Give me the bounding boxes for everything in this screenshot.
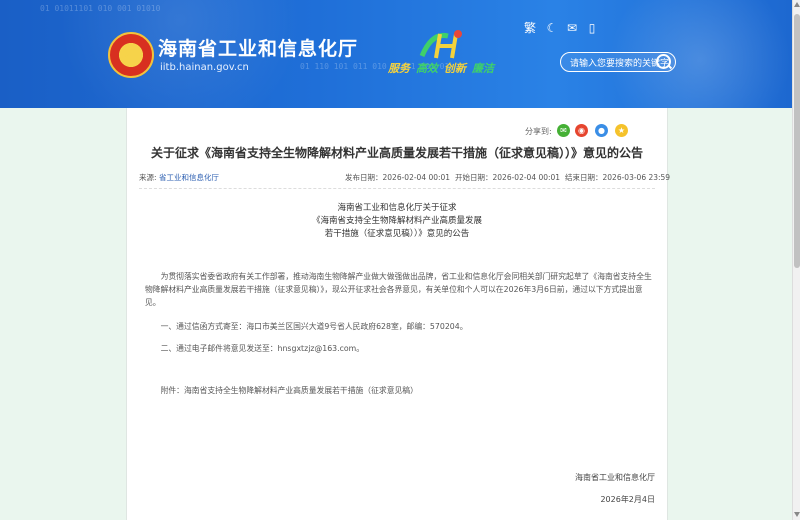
- wechat-icon[interactable]: ✉: [564, 20, 580, 36]
- article-card: 分享到: ✉ ◉ ● ★ 关于征求《海南省支持全生物降解材料产业高质量发展若干措…: [126, 108, 670, 520]
- doc-head-line: 若干措施（征求意见稿））》意见的公告: [324, 229, 470, 239]
- signature: 海南省工业和信息化厅: [575, 473, 655, 482]
- qq-share-icon[interactable]: ●: [595, 124, 608, 137]
- article-meta: 来源: 省工业和信息化厅 发布日期：2026-02-04 00:01 开始日期：…: [139, 168, 670, 189]
- search-input[interactable]: 请输入您要搜索的关键字: [570, 56, 669, 69]
- scrollbar-thumb[interactable]: [794, 14, 800, 268]
- source-label: 来源:: [139, 173, 157, 182]
- weibo-share-icon[interactable]: ◉: [575, 124, 588, 137]
- attachment-line: 附件：海南省支持全生物降解材料产业高质量发展若干措施（征求意见稿）: [160, 386, 418, 395]
- doc-head-line: 《海南省支持全生物降解材料产业高质量发展: [311, 216, 482, 226]
- qzone-share-icon[interactable]: ★: [615, 124, 628, 137]
- scroll-down-icon[interactable]: [794, 512, 800, 517]
- site-url: iitb.hainan.gov.cn: [160, 62, 249, 73]
- slogan-word: 廉洁: [472, 62, 494, 75]
- start-date: 开始日期：2026-02-04 00:01: [455, 173, 561, 182]
- body-paragraph: 二、通过电子邮件将意见发送至：hnsgxtzjz@163.com。: [160, 344, 365, 353]
- binary-decoration: 01 01011101 010 001 01010: [40, 4, 161, 13]
- scroll-up-icon[interactable]: [794, 2, 800, 7]
- site-title[interactable]: 海南省工业和信息化厅: [158, 34, 358, 61]
- share-label: 分享到:: [525, 127, 552, 136]
- search-box[interactable]: 请输入您要搜索的关键字: [560, 52, 676, 72]
- mobile-icon[interactable]: ▯: [584, 20, 600, 36]
- wechat-share-icon[interactable]: ✉: [557, 124, 570, 137]
- body-paragraph: 一、通过信函方式寄至：海口市美兰区国兴大道9号省人民政府628室，邮编：5702…: [160, 322, 468, 331]
- national-emblem-icon: ★: [108, 32, 154, 78]
- site-header: 01 01011101 010 001 01010 01 110 101 011…: [0, 0, 792, 108]
- search-icon[interactable]: [656, 54, 671, 69]
- slogan: 服务 高效 创新 廉洁: [388, 60, 500, 76]
- slogan-word: 创新: [444, 62, 466, 75]
- document-heading: 海南省工业和信息化厅关于征求 《海南省支持全生物降解材料产业高质量发展 若干措施…: [127, 202, 667, 241]
- article-title: 关于征求《海南省支持全生物降解材料产业高质量发展若干措施（征求意见稿））》意见的…: [150, 146, 643, 160]
- end-date: 结束日期：2026-03-06 23:59: [565, 173, 671, 182]
- publish-date: 发布日期：2026-02-04 00:01: [345, 173, 451, 182]
- department-logo-icon: [419, 30, 462, 59]
- source-link[interactable]: 省工业和信息化厅: [159, 172, 219, 183]
- dark-mode-icon[interactable]: ☾: [544, 20, 560, 36]
- page-scrollbar[interactable]: [792, 0, 800, 520]
- body-paragraph: 为贯彻落实省委省政府有关工作部署，推动海南生物降解产业做大做强做出品牌，省工业和…: [145, 272, 652, 307]
- slogan-word: 服务: [388, 62, 410, 75]
- doc-head-line: 海南省工业和信息化厅关于征求: [337, 203, 457, 213]
- signature-date: 2026年2月4日: [600, 495, 655, 504]
- slogan-word: 高效: [416, 62, 438, 75]
- traditional-chinese-icon[interactable]: 繁: [522, 20, 538, 36]
